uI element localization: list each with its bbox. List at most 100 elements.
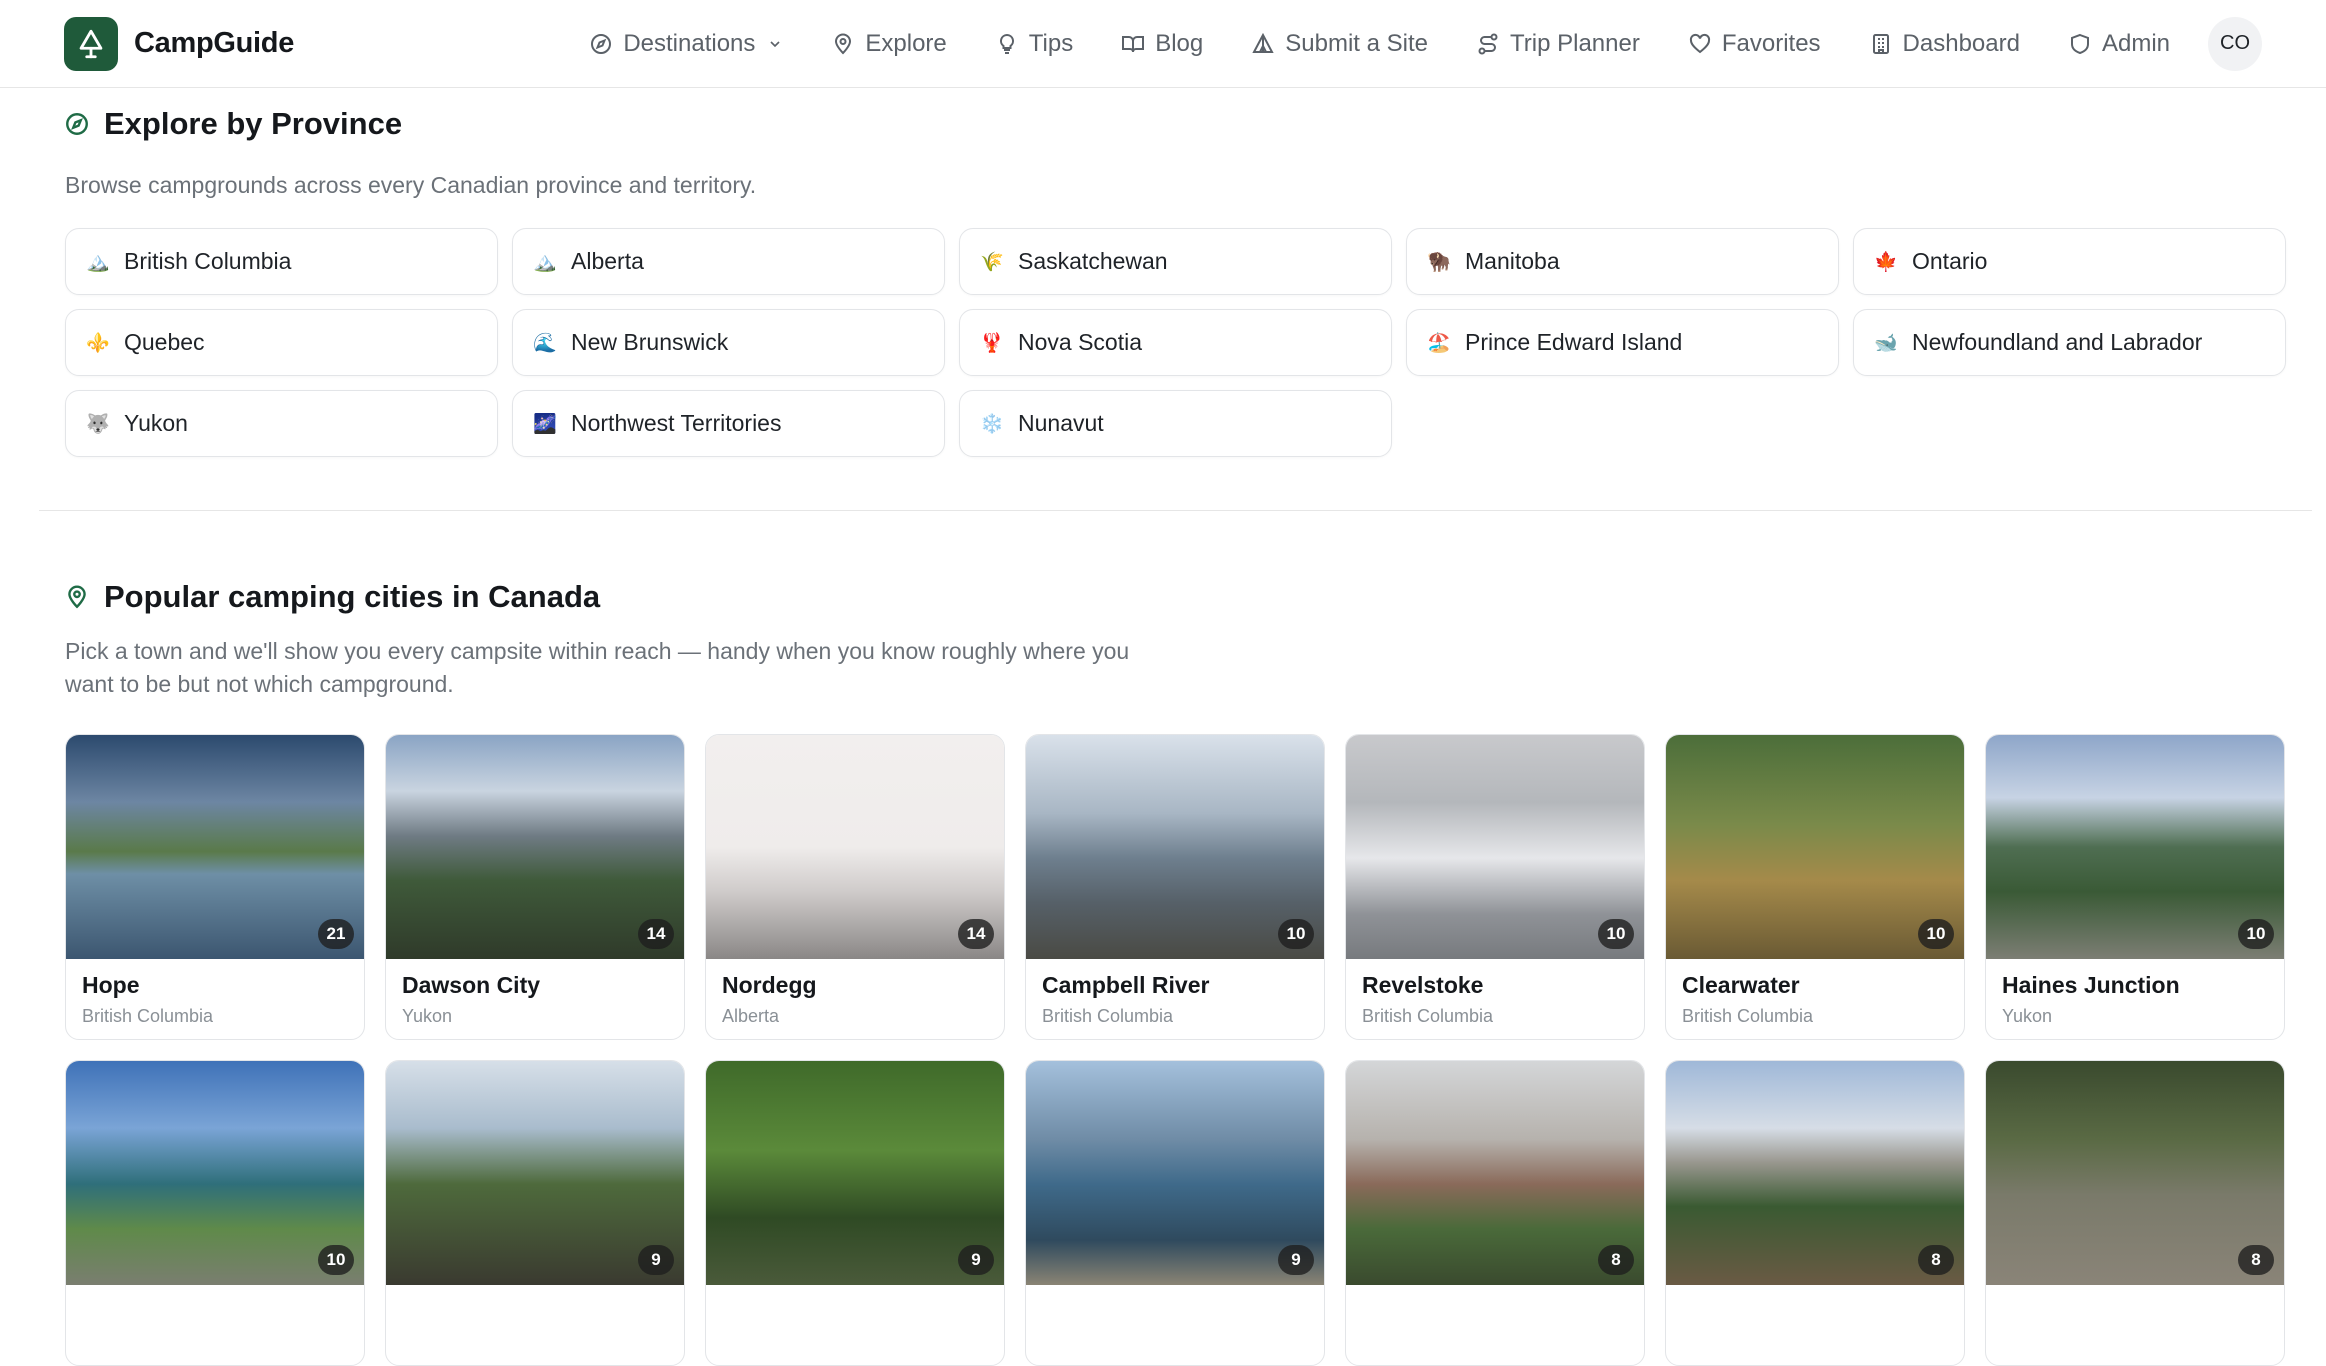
province-card-manitoba[interactable]: 🦬 Manitoba bbox=[1406, 228, 1839, 295]
province-card-nunavut[interactable]: ❄️ Nunavut bbox=[959, 390, 1392, 457]
city-card[interactable]: 8 bbox=[1985, 1060, 2285, 1366]
nav-trip-planner[interactable]: Trip Planner bbox=[1476, 30, 1640, 58]
province-card-british-columbia[interactable]: 🏔️ British Columbia bbox=[65, 228, 498, 295]
city-card[interactable]: 8 bbox=[1345, 1060, 1645, 1366]
campsite-count-badge: 14 bbox=[638, 919, 674, 949]
province-name: Ontario bbox=[1912, 248, 1988, 274]
nav-blog[interactable]: Blog bbox=[1121, 30, 1203, 58]
province-card-new-brunswick[interactable]: 🌊 New Brunswick bbox=[512, 309, 945, 376]
city-info: Nordegg Alberta bbox=[706, 959, 1004, 1039]
wolf-icon: 🐺 bbox=[86, 413, 110, 435]
tent-icon bbox=[1252, 32, 1274, 53]
beach-icon: 🏖️ bbox=[1427, 332, 1451, 354]
province-name: Northwest Territories bbox=[571, 410, 782, 436]
province-card-prince-edward-island[interactable]: 🏖️ Prince Edward Island bbox=[1406, 309, 1839, 376]
province-card-nova-scotia[interactable]: 🦞 Nova Scotia bbox=[959, 309, 1392, 376]
city-photo: 8 bbox=[1666, 1061, 1964, 1285]
city-name: Dawson City bbox=[402, 972, 541, 998]
nav-explore[interactable]: Explore bbox=[831, 29, 947, 58]
city-photo: 14 bbox=[386, 735, 684, 959]
city-photo: 9 bbox=[1026, 1061, 1324, 1285]
city-photo: 21 bbox=[66, 735, 364, 959]
lobster-icon: 🦞 bbox=[980, 332, 1004, 354]
city-photo: 10 bbox=[1666, 735, 1964, 959]
city-card[interactable]: 10 bbox=[65, 1060, 365, 1366]
city-name: Campbell River bbox=[1042, 972, 1210, 998]
province-name: Nunavut bbox=[1018, 410, 1104, 436]
campsite-count-badge: 10 bbox=[2238, 919, 2274, 949]
province-name: Prince Edward Island bbox=[1465, 329, 1683, 355]
campsite-count-badge: 8 bbox=[2238, 1245, 2274, 1275]
city-name: Revelstoke bbox=[1362, 972, 1484, 998]
campsite-count-badge: 10 bbox=[318, 1245, 354, 1275]
city-info bbox=[1666, 1285, 1964, 1365]
province-name: Alberta bbox=[571, 248, 644, 274]
city-province: Yukon bbox=[402, 1006, 453, 1026]
city-photo: 8 bbox=[1986, 1061, 2284, 1285]
city-info bbox=[1346, 1285, 1644, 1365]
province-card-yukon[interactable]: 🐺 Yukon bbox=[65, 390, 498, 457]
nav-destinations[interactable]: Destinations bbox=[589, 30, 783, 58]
city-info: Clearwater British Columbia bbox=[1666, 959, 1964, 1039]
city-photo: 10 bbox=[66, 1061, 364, 1285]
city-card[interactable]: 9 bbox=[385, 1060, 685, 1366]
city-card-clearwater[interactable]: 10 Clearwater British Columbia bbox=[1665, 734, 1965, 1040]
city-name: Clearwater bbox=[1682, 972, 1800, 998]
city-info bbox=[1026, 1285, 1324, 1365]
city-card-campbell-river[interactable]: 10 Campbell River British Columbia bbox=[1025, 734, 1325, 1040]
campsite-count-badge: 10 bbox=[1278, 919, 1314, 949]
city-province: British Columbia bbox=[82, 1006, 214, 1026]
city-province: British Columbia bbox=[1362, 1006, 1494, 1026]
nav-dashboard[interactable]: Dashboard bbox=[1869, 30, 2020, 58]
campsite-count-badge: 21 bbox=[318, 919, 354, 949]
city-info: Revelstoke British Columbia bbox=[1346, 959, 1644, 1039]
cities-section-title-text: Popular camping cities in Canada bbox=[104, 579, 601, 614]
city-province: British Columbia bbox=[1682, 1006, 1814, 1026]
wave-icon: 🌊 bbox=[533, 332, 557, 354]
user-avatar[interactable]: CO bbox=[2208, 16, 2262, 71]
province-card-saskatchewan[interactable]: 🌾 Saskatchewan bbox=[959, 228, 1392, 295]
campguide-logo-icon[interactable] bbox=[64, 16, 118, 71]
fleur-de-lis-icon: ⚜️ bbox=[86, 332, 110, 354]
province-name: Quebec bbox=[124, 329, 205, 355]
city-photo-placeholder: 14 bbox=[706, 735, 1004, 959]
province-name: Manitoba bbox=[1465, 248, 1560, 274]
city-card-nordegg[interactable]: 14 Nordegg Alberta bbox=[705, 734, 1005, 1040]
city-card-dawson-city[interactable]: 14 Dawson City Yukon bbox=[385, 734, 685, 1040]
campsite-count-badge: 8 bbox=[1918, 1245, 1954, 1275]
city-card[interactable]: 8 bbox=[1665, 1060, 1965, 1366]
province-card-alberta[interactable]: 🏔️ Alberta bbox=[512, 228, 945, 295]
bison-icon: 🦬 bbox=[1427, 251, 1451, 273]
campsite-count-badge: 9 bbox=[1278, 1245, 1314, 1275]
city-card[interactable]: 9 bbox=[705, 1060, 1005, 1366]
nav-explore-label: Explore bbox=[865, 29, 947, 57]
nav-admin-label: Admin bbox=[2101, 29, 2170, 57]
city-grid: 21 Hope British Columbia 14 Dawson City Yu… bbox=[65, 734, 2285, 1366]
province-section-title: Explore by Province bbox=[64, 106, 402, 142]
city-photo: 10 bbox=[1986, 735, 2284, 959]
province-name: New Brunswick bbox=[571, 329, 729, 355]
city-card[interactable]: 9 bbox=[1025, 1060, 1325, 1366]
nav-submit-site[interactable]: Submit a Site bbox=[1251, 30, 1428, 58]
province-card-newfoundland-and-labrador[interactable]: 🐋 Newfoundland and Labrador bbox=[1853, 309, 2286, 376]
city-info: Campbell River British Columbia bbox=[1026, 959, 1324, 1039]
nav-admin[interactable]: Admin bbox=[2068, 30, 2170, 58]
nav-favorites[interactable]: Favorites bbox=[1688, 30, 1821, 58]
building-icon bbox=[1872, 33, 1889, 54]
city-card-haines-junction[interactable]: 10 Haines Junction Yukon bbox=[1985, 734, 2285, 1040]
nav-tips[interactable]: Tips bbox=[995, 30, 1073, 58]
city-info: Dawson City Yukon bbox=[386, 959, 684, 1039]
city-card-hope[interactable]: 21 Hope British Columbia bbox=[65, 734, 365, 1040]
city-card-revelstoke[interactable]: 10 Revelstoke British Columbia bbox=[1345, 734, 1645, 1040]
wheat-icon: 🌾 bbox=[980, 251, 1004, 273]
city-photo: 8 bbox=[1346, 1061, 1644, 1285]
province-card-ontario[interactable]: 🍁 Ontario bbox=[1853, 228, 2286, 295]
province-card-quebec[interactable]: ⚜️ Quebec bbox=[65, 309, 498, 376]
brand-name[interactable]: CampGuide bbox=[134, 27, 294, 60]
mountain-icon: 🏔️ bbox=[533, 251, 557, 273]
map-pin-icon bbox=[835, 33, 852, 54]
province-card-northwest-territories[interactable]: 🌌 Northwest Territories bbox=[512, 390, 945, 457]
nav-destinations-label: Destinations bbox=[623, 29, 756, 57]
cities-section-title: Popular camping cities in Canada bbox=[64, 579, 600, 615]
nav-dashboard-label: Dashboard bbox=[1902, 29, 2020, 57]
